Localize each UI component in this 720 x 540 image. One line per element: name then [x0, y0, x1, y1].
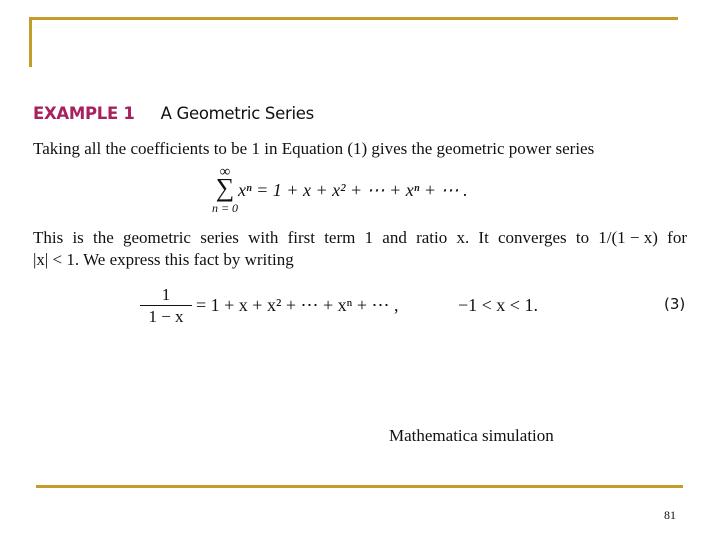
example-title: A Geometric Series	[160, 104, 315, 123]
bottom-border-rule	[36, 485, 683, 488]
mathematica-simulation-caption: Mathematica simulation	[389, 426, 554, 445]
convergence-paragraph: This is the geometric series with first term 1 an…	[33, 227, 687, 271]
word: geometric	[123, 228, 191, 247]
convergence-line-2: |x| < 1. We express this fact by writing	[33, 250, 294, 269]
word: for	[667, 228, 687, 247]
word: with	[248, 228, 279, 247]
sum-lower-limit: n = 0	[211, 201, 239, 215]
intro-paragraph: Taking all the coefficients to be 1 in E…	[33, 139, 595, 158]
word: converges	[498, 228, 567, 247]
page-number: 81	[664, 508, 676, 522]
fraction-denominator: 1 − x	[148, 307, 184, 327]
word: ratio	[416, 228, 448, 247]
fraction-numerator: 1	[161, 285, 171, 304]
word: the	[93, 228, 114, 247]
word: It	[478, 228, 489, 247]
equation-number: (3)	[664, 295, 686, 313]
left-border-rule	[29, 17, 32, 67]
word: is	[72, 228, 84, 247]
word: first	[287, 228, 315, 247]
fraction-bar	[140, 305, 192, 307]
equation-3-condition: −1 < x < 1.	[458, 295, 538, 315]
word: to	[575, 228, 590, 247]
example-heading: EXAMPLE 1 A Geometric Series	[33, 104, 314, 123]
example-label: EXAMPLE 1	[33, 104, 135, 123]
word: 1	[364, 228, 374, 247]
word: and	[382, 228, 407, 247]
fraction: 1 1 − x	[140, 286, 192, 327]
equation-3-expansion: = 1 + x + x² + ⋯ + xⁿ + ⋯ ,	[196, 295, 399, 315]
word: 1/(1 − x)	[598, 228, 658, 247]
word: term	[324, 228, 356, 247]
word: series	[200, 228, 239, 247]
sigma-symbol: ∑	[215, 173, 235, 202]
word: This	[33, 228, 64, 247]
series-expansion: xⁿ = 1 + x + x² + ⋯ + xⁿ + ⋯ .	[238, 180, 468, 200]
convergence-line-1: This is the geometric series with first term 1 an…	[33, 227, 687, 249]
word: x.	[456, 228, 470, 247]
top-border-rule	[29, 17, 678, 20]
